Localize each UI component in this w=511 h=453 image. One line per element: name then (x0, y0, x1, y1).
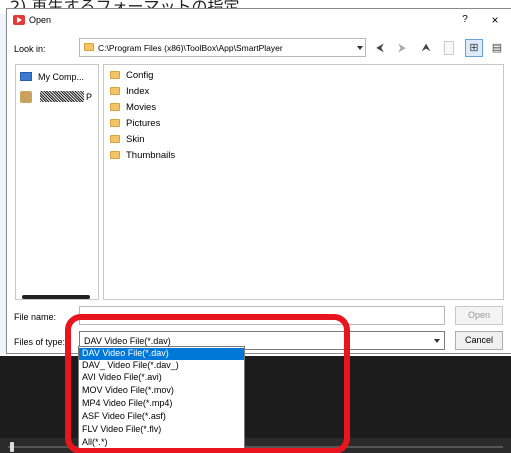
folder-name: Skin (126, 134, 145, 145)
look-in-path: C:\Program Files (x86)\ToolBox\App\Smart… (98, 43, 283, 53)
help-button[interactable]: ? (457, 12, 473, 28)
folder-name: Pictures (126, 118, 161, 129)
folder-name: Index (126, 86, 150, 97)
title-bar: Open ? × (7, 9, 511, 31)
open-button[interactable]: Open (455, 306, 503, 325)
annotation-highlight (65, 314, 350, 453)
dialog-title: Open (29, 15, 52, 25)
cancel-button[interactable]: Cancel (455, 331, 503, 350)
file-list: Config Index Movies Pictures Skin Thumbn… (103, 64, 504, 300)
back-arrow-icon[interactable]: ⮜ (372, 40, 388, 56)
redacted-username (40, 91, 84, 102)
sidebar-item-label: My Comp... (38, 72, 85, 82)
detail-view-icon[interactable]: ⊞ (465, 39, 483, 57)
user-folder-icon (20, 91, 32, 103)
folder-icon (84, 43, 94, 51)
computer-icon (20, 72, 32, 81)
files-of-type-label: Files of type: (14, 337, 66, 347)
close-button[interactable]: × (487, 12, 503, 28)
chevron-down-icon[interactable] (357, 46, 363, 50)
sidebar-item-label: P (86, 92, 93, 102)
folder-icon (110, 119, 120, 127)
places-sidebar: My Comp... P (15, 64, 99, 300)
file-name-label: File name: (14, 312, 57, 322)
chevron-down-icon[interactable] (434, 339, 440, 343)
folder-icon (110, 87, 120, 95)
folder-name: Thumbnails (126, 150, 176, 161)
look-in-combobox[interactable]: C:\Program Files (x86)\ToolBox\App\Smart… (79, 38, 366, 57)
forward-arrow-icon[interactable]: ⮞ (394, 40, 410, 56)
seek-handle[interactable] (10, 442, 14, 452)
folder-name: Movies (126, 102, 157, 113)
list-view-icon[interactable]: ▤ (489, 40, 505, 56)
folder-icon (110, 151, 120, 159)
open-dialog: Open ? × Look in: C:\Program Files (x86)… (6, 8, 511, 354)
folder-icon (110, 71, 120, 79)
folder-icon (110, 135, 120, 143)
look-in-label: Look in: (14, 44, 46, 54)
folder-name: Config (126, 70, 154, 81)
new-folder-icon[interactable] (444, 41, 454, 55)
folder-icon (110, 103, 120, 111)
smartplayer-app-icon (13, 15, 25, 25)
up-folder-icon[interactable]: ⮝ (418, 40, 434, 56)
horizontal-scrollbar[interactable] (22, 295, 90, 299)
